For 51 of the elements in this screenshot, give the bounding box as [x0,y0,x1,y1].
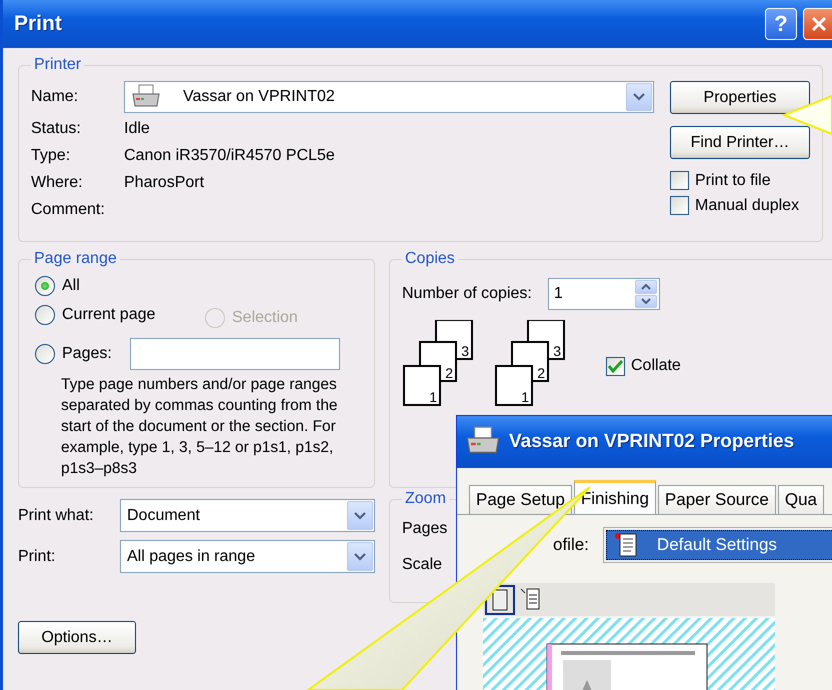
field-label: Comment: [31,201,106,219]
print-what-dropdown[interactable]: Document [120,499,375,532]
field-label: ofile: [553,535,589,555]
page-view-icon[interactable] [485,584,515,614]
field-label: Pages [402,520,448,538]
caret-icon [354,552,366,560]
options-button[interactable]: Options… [18,621,136,654]
field-value: Idle [124,120,150,138]
document-icon [614,532,639,558]
caret-icon [633,93,645,101]
pages-field[interactable] [130,338,340,370]
group-label: Page range [33,250,118,268]
tab[interactable]: Qua [778,485,824,514]
radio-option[interactable]: All [35,276,80,296]
window-title: Vassar on VPRINT02 Properties [509,431,794,453]
checkbox[interactable]: Manual duplex [670,196,810,215]
field-label: Print: [18,548,56,566]
callout-pointer [781,94,832,136]
tab[interactable]: Page Setup [469,485,572,514]
field-label: Status: [31,120,82,138]
field-value: Canon iR3570/iR4570 PCL5e [124,147,335,165]
group-label: Zoom [404,490,447,508]
field-label: Type: [31,147,72,165]
print-dropdown[interactable]: All pages in range [120,540,375,573]
group-label: Printer [33,56,82,74]
group-label: Copies [404,250,456,268]
close-icon [810,15,828,33]
radio-option[interactable]: Pages: [35,344,112,364]
profile-dropdown[interactable]: Default Settings [602,527,832,563]
field-label: Scale [402,556,444,574]
checkbox[interactable]: Print to file [670,171,810,190]
window-title: Print [14,12,63,36]
caret-icon [354,512,366,520]
find-printer-button[interactable]: Find Printer… [670,126,810,159]
field-label: Print what: [18,506,95,524]
collate-stack-drawing: 3 2 1 [494,320,574,406]
field-label: Number of copies: [402,285,532,303]
close-button[interactable] [803,8,832,40]
collate-checkbox[interactable]: Collate [606,356,681,376]
tab[interactable]: Paper Source [658,485,776,514]
properties-button[interactable]: Properties [670,81,810,114]
radio-option[interactable]: Current page [35,305,156,325]
field-label: Where: [31,174,84,192]
field-label: Name: [31,88,80,106]
printer-dropdown[interactable]: Vassar on VPRINT02 [124,81,654,113]
collate-stack-drawing: 3 2 1 [402,320,482,406]
check-icon [608,360,623,372]
tab[interactable]: Finishing [574,480,656,514]
hint-text: Type page numbers and/or page ranges separated by commas counting from the start of the document or the section. For example, type 1, 3, 5–12 or p1s1, p1s2, p1s3–p8s3 [61,375,339,479]
copies-spinner[interactable]: 1 [548,278,660,310]
field-value: PharosPort [124,174,204,192]
